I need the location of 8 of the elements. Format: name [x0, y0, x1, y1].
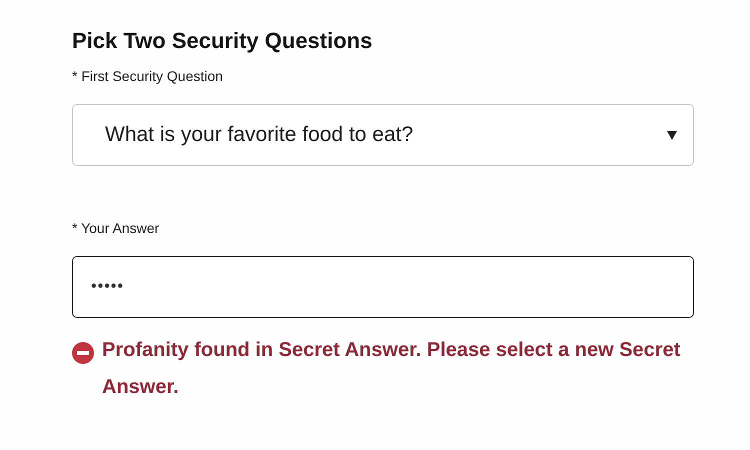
- form-heading: Pick Two Security Questions: [72, 28, 374, 54]
- error-icon: [72, 342, 94, 364]
- field-label: * Your Answer: [72, 220, 160, 236]
- question-dropdown[interactable]: What is your favorite food to eat?: [72, 104, 694, 166]
- field-label: * First Security Question: [72, 68, 224, 84]
- caret-icon: [667, 130, 677, 140]
- answer-field[interactable]: •••••: [72, 256, 694, 318]
- error-message: Profanity found in Secret Answer. Please select a new Secret Answer.: [102, 338, 682, 400]
